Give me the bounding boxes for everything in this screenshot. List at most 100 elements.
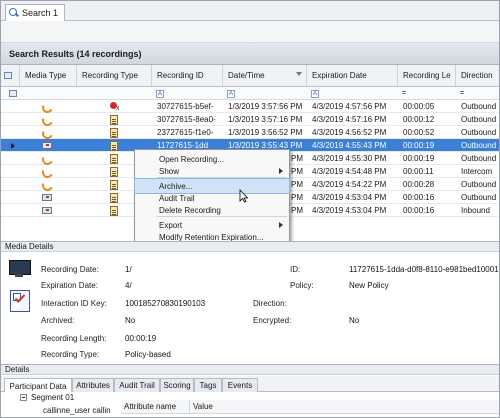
search-icon xyxy=(9,8,19,18)
recording-type-cell xyxy=(77,126,152,139)
cell-exp: 4/3/2019 4:53:04 PM xyxy=(312,206,387,215)
filter-clear-cell[interactable] xyxy=(5,87,17,100)
clipboard-icon xyxy=(110,140,118,151)
row-selector[interactable] xyxy=(1,100,20,113)
menu-item-label: Export xyxy=(159,220,183,230)
equals-filter-icon: = xyxy=(402,90,407,97)
recording-type-label: Recording Type: xyxy=(41,350,100,359)
expiration-date-label: Expiration Date: xyxy=(41,281,98,290)
media-type-cell xyxy=(20,113,77,126)
col-media-type[interactable]: Media Type xyxy=(20,65,77,87)
table-row[interactable]: 30727615-b5ef- 1/3/2019 3:57:56 PM 4/3/201… xyxy=(1,100,499,113)
column-chooser-icon xyxy=(4,72,12,79)
tree-child[interactable]: callinne_user callin xyxy=(43,406,111,415)
id-label: ID: xyxy=(290,265,301,274)
cell-dir: Inbound xyxy=(461,206,490,215)
search-toolbar xyxy=(1,21,499,43)
encrypted-value: No xyxy=(349,316,360,325)
record-x-icon xyxy=(110,101,120,112)
collapse-icon[interactable] xyxy=(20,394,27,401)
menu-item-show[interactable]: Show xyxy=(135,164,289,178)
phone-icon xyxy=(42,128,51,137)
row-selector[interactable] xyxy=(1,139,20,152)
tab-participant-data[interactable]: Participant Data xyxy=(4,378,72,393)
submenu-arrow-icon xyxy=(279,168,283,174)
cell-len: 00:00:12 xyxy=(403,115,435,124)
col-direction[interactable]: Direction xyxy=(456,65,499,87)
menu-separator xyxy=(157,216,287,217)
cell-id: 30727615-b5ef- xyxy=(157,102,214,111)
phone-icon xyxy=(42,167,51,176)
cell-exp: 4/3/2019 4:57:56 PM xyxy=(312,102,387,111)
filter-expiration-date[interactable]: A xyxy=(307,87,320,100)
row-selector[interactable] xyxy=(1,152,20,165)
filter-recording-length[interactable]: = xyxy=(398,87,406,100)
recording-date-label: Recording Date: xyxy=(41,265,99,274)
cell-len: 00:00:16 xyxy=(403,193,435,202)
policy-value: New Policy xyxy=(349,281,389,290)
media-type-cell xyxy=(20,178,77,191)
attr-value-header[interactable]: Value xyxy=(190,400,499,414)
screen-icon xyxy=(42,194,52,201)
col-recording-type[interactable]: Recording Type xyxy=(77,65,152,87)
clipboard-icon xyxy=(110,166,118,177)
row-selector[interactable] xyxy=(1,191,20,204)
row-selector[interactable] xyxy=(1,165,20,178)
col-date-time[interactable]: Date/Time xyxy=(223,65,307,87)
row-selector[interactable] xyxy=(1,113,20,126)
menu-item-label: Archive... xyxy=(159,181,193,191)
submenu-arrow-icon xyxy=(279,222,283,228)
tab-search-1[interactable]: Search 1 xyxy=(5,4,65,21)
cell-dir: Outbound xyxy=(461,115,497,124)
row-selector[interactable] xyxy=(1,178,20,191)
filter-direction[interactable]: = xyxy=(456,87,464,100)
media-details-panel: Recording Date: 1/ ID: 11727615-1dda-d0f… xyxy=(1,252,499,364)
media-type-cell xyxy=(20,139,77,152)
col-recording-id[interactable]: Recording ID xyxy=(152,65,223,87)
cell-id: 30727615-8ea0- xyxy=(157,115,216,124)
filter-date-time[interactable]: A xyxy=(223,87,236,100)
menu-item-delete-recording[interactable]: Delete Recording xyxy=(135,203,289,217)
cell-dt: 1/3/2019 3:57:16 PM xyxy=(228,115,303,124)
details-header: Details xyxy=(1,364,499,375)
details-tabbar: Participant Data Attributes Audit Trail … xyxy=(1,376,499,393)
archived-label: Archived: xyxy=(41,316,75,325)
tab-attributes[interactable]: Attributes xyxy=(72,378,114,392)
equals-filter-icon: = xyxy=(460,90,465,97)
tree-segment[interactable]: Segment 01 xyxy=(31,393,74,402)
tab-events[interactable]: Events xyxy=(222,378,258,392)
row-selector[interactable] xyxy=(1,204,20,217)
cell-len: 00:00:19 xyxy=(403,154,435,163)
grid-corner[interactable] xyxy=(1,65,20,87)
attr-name-header[interactable]: Attribute name xyxy=(121,400,190,414)
table-row[interactable]: 23727615-f1e0- 1/3/2019 3:56:52 PM 4/3/201… xyxy=(1,126,499,139)
tab-scoring[interactable]: Scoring xyxy=(160,378,194,392)
encrypted-label: Encrypted: xyxy=(253,316,292,325)
cell-len: 00:00:05 xyxy=(403,102,435,111)
cell-dir: Intercom xyxy=(461,167,493,176)
screen-icon xyxy=(42,142,52,149)
media-details-header: Media Details xyxy=(1,241,499,252)
cell-dir: Outbound xyxy=(461,141,497,150)
archived-value: No xyxy=(125,316,136,325)
clipboard-icon xyxy=(110,153,118,164)
tab-audit-trail[interactable]: Audit Trail xyxy=(114,378,160,392)
checklist-icon xyxy=(10,290,30,312)
col-recording-length[interactable]: Recording Le xyxy=(398,65,456,87)
col-expiration-date[interactable]: Expiration Date xyxy=(307,65,398,87)
cell-exp: 4/3/2019 4:55:43 PM xyxy=(312,141,387,150)
menu-separator xyxy=(157,177,287,178)
row-selector[interactable] xyxy=(1,126,20,139)
cell-len: 00:00:19 xyxy=(403,141,435,150)
table-row[interactable]: 30727615-8ea0- 1/3/2019 3:57:16 PM 4/3/201… xyxy=(1,113,499,126)
media-type-cell xyxy=(20,204,77,217)
cell-exp: 4/3/2019 4:55:30 PM xyxy=(312,154,387,163)
cell-dir: Outbound xyxy=(461,102,497,111)
recording-type-cell xyxy=(77,100,152,113)
tab-tags[interactable]: Tags xyxy=(194,378,222,392)
cell-dt: 1/3/2019 3:56:52 PM xyxy=(228,128,303,137)
filter-recording-id[interactable]: A xyxy=(152,87,165,100)
text-filter-icon: A xyxy=(156,89,165,98)
menu-item-label: Show xyxy=(159,166,180,176)
results-title: Search Results (14 recordings) xyxy=(1,43,499,65)
